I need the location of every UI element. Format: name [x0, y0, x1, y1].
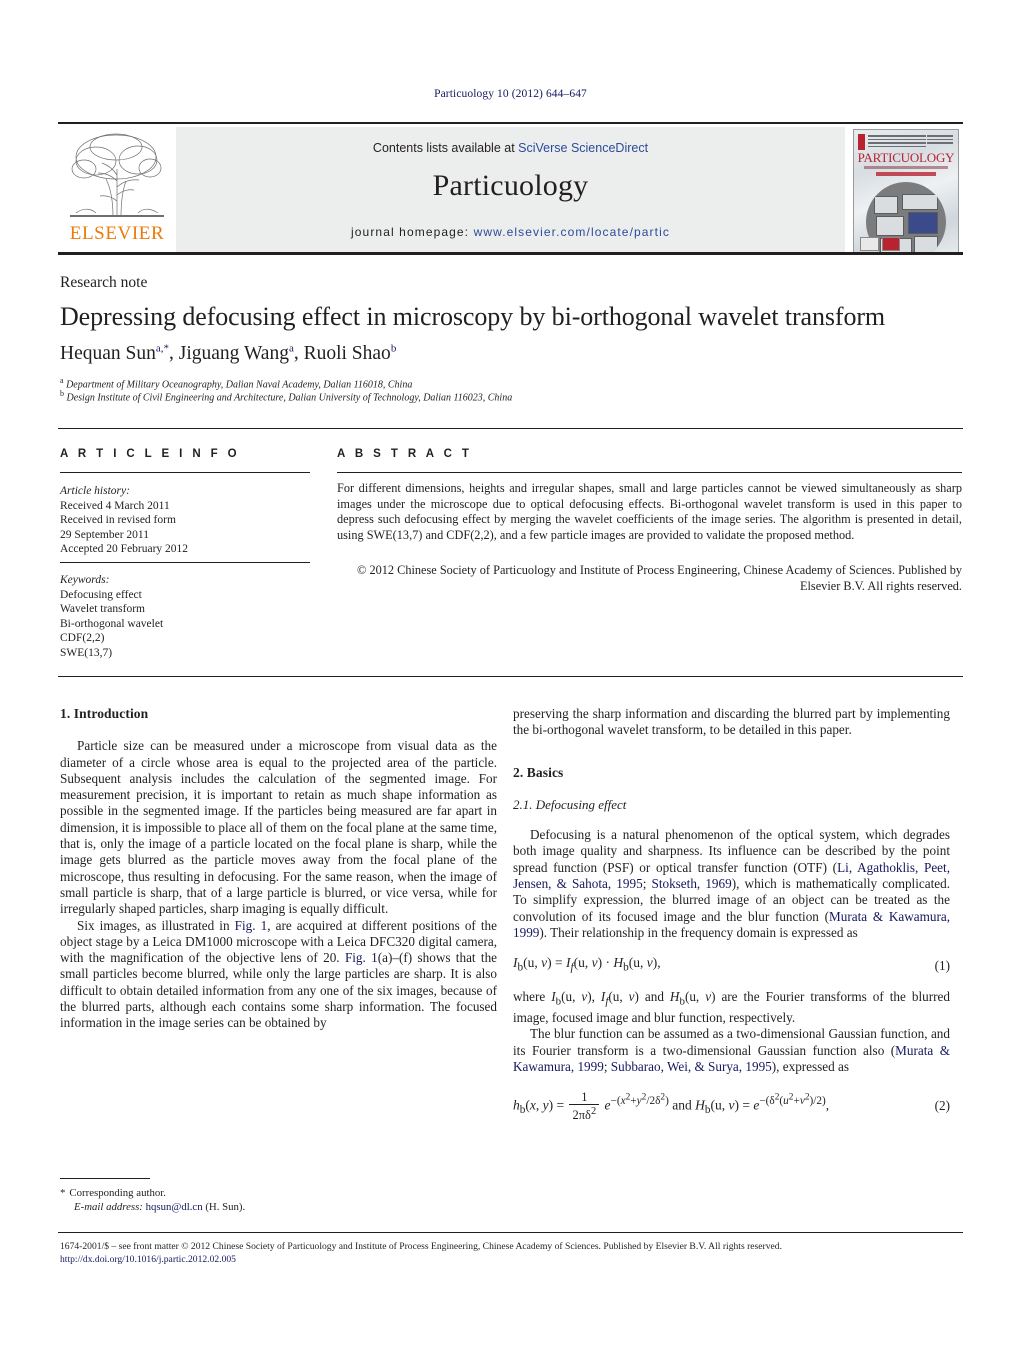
citation-stokseth-1969[interactable]: Stokseth, 1969 [651, 876, 731, 891]
page-title: Depressing defocusing effect in microsco… [60, 302, 886, 331]
body-top-rule [58, 676, 963, 677]
citation-subbarao-1995[interactable]: Subbarao, Wei, & Surya, 1995 [611, 1059, 772, 1074]
author-2: Jiguang Wanga [178, 342, 294, 364]
keywords-block: Keywords: Defocusing effect Wavelet tran… [60, 573, 310, 660]
equation-2: hb(x, y) = 1 2πδ2 e−(x2+y2/2δ2) and Hb(u,… [513, 1089, 950, 1122]
figure-1-link-a[interactable]: Fig. 1 [235, 918, 268, 933]
journal-article-page: Particuology 10 (2012) 644–647 ELSEVIER … [0, 0, 1021, 1351]
keyword-3: CDF(2,2) [60, 632, 105, 644]
equation-1-body: Ib(u, v) = If(u, v) · Hb(u, v), [513, 955, 661, 974]
affiliation-b: b Design Institute of Civil Engineering … [60, 389, 513, 404]
cover-subtitle-bar [864, 166, 948, 169]
cover-publisher-logos [860, 237, 900, 251]
right-paragraph-1: preserving the sharp information and dis… [513, 706, 950, 738]
defocus-paragraph-1: Defocusing is a natural phenomenon of th… [513, 827, 950, 940]
equation-2-number: (2) [934, 1097, 950, 1113]
footnote-rule [60, 1178, 150, 1179]
figure-1-link-b[interactable]: Fig. 1 [345, 950, 378, 965]
info-top-rule [58, 428, 963, 429]
footer-rule [58, 1232, 963, 1233]
intro-paragraph-2: Six images, as illustrated in Fig. 1, ar… [60, 917, 498, 1031]
masthead-bottom-rule [58, 252, 963, 255]
author-3: Ruoli Shaob [303, 342, 397, 364]
elsevier-tree-icon [70, 133, 164, 218]
keyword-4: SWE(13,7) [60, 646, 113, 659]
author-list: Hequan Suna,*, Jiguang Wanga, Ruoli Shao… [60, 342, 397, 364]
history-label: Article history: [60, 485, 130, 497]
abstract-text: For different dimensions, heights and ir… [337, 481, 962, 542]
cover-issn-text [927, 135, 953, 147]
abstract-heading: A B S T R A C T [337, 448, 473, 460]
email-note: E-mail address: hqsun@dl.cn (H. Sun). [74, 1201, 246, 1213]
info-rule-1 [60, 472, 310, 473]
journal-masthead: ELSEVIER Contents lists available at Sci… [58, 122, 963, 254]
contents-available-line: Contents lists available at SciVerse Sci… [176, 141, 845, 155]
cover-red-bar [858, 134, 865, 150]
elsevier-wordmark: ELSEVIER [69, 223, 165, 244]
doi-link[interactable]: http://dx.doi.org/10.1016/j.partic.2012.… [60, 1254, 236, 1265]
masthead-center: Contents lists available at SciVerse Sci… [176, 127, 845, 254]
history-item-2: 29 September 2011 [60, 528, 150, 541]
keywords-label: Keywords: [60, 574, 110, 586]
journal-homepage-line: journal homepage: www.elsevier.com/locat… [176, 225, 845, 239]
contents-prefix: Contents lists available at [372, 141, 519, 155]
abstract-copyright: © 2012 Chinese Society of Particuology a… [357, 563, 962, 593]
footer-copyright: 1674-2001/$ – see front matter © 2012 Ch… [60, 1241, 782, 1252]
page-footer: 1674-2001/$ – see front matter © 2012 Ch… [60, 1240, 965, 1266]
subsection-heading-defocusing-effect: 2.1. Defocusing effect [513, 796, 627, 812]
defocus-paragraph-2: The blur function can be assumed as a tw… [513, 1026, 951, 1075]
equation-1: Ib(u, v) = If(u, v) · Hb(u, v), (1) [513, 955, 950, 976]
sciencedirect-link[interactable]: SciVerse ScienceDirect [518, 141, 648, 155]
history-item-3: Accepted 20 February 2012 [60, 543, 189, 555]
elsevier-logo: ELSEVIER [58, 127, 176, 254]
abstract-rule [337, 472, 962, 473]
homepage-prefix: journal homepage: [351, 225, 474, 239]
asterisk-icon: * [60, 1187, 66, 1199]
author-1: Hequan Suna,* [60, 342, 170, 364]
info-rule-2 [60, 562, 310, 563]
keyword-1: Wavelet transform [60, 603, 145, 615]
cover-volume-bar [876, 172, 936, 176]
equation-2-body: hb(x, y) = 1 2πδ2 e−(x2+y2/2δ2) and Hb(u,… [513, 1090, 830, 1123]
article-history-block: Article history: Received 4 March 2011 R… [60, 484, 310, 557]
after-equation-1-text: where Ib(u, v), If(u, v) and Hb(u, v) ar… [513, 989, 950, 1026]
cover-journal-title: PARTICUOLOGY [857, 150, 955, 165]
equation-1-number: (1) [934, 957, 950, 973]
body-column-right: preserving the sharp information and dis… [513, 706, 950, 1136]
section-heading-basics: 2. Basics [513, 764, 564, 780]
article-type: Research note [60, 274, 148, 291]
email-link[interactable]: hqsun@dl.cn [146, 1201, 203, 1213]
journal-title: Particuology [432, 169, 589, 202]
intro-paragraph-1: Particle size can be measured under a mi… [60, 738, 497, 917]
corresponding-author-note: * Corresponding author. [60, 1187, 166, 1199]
journal-cover-thumbnail: PARTICUOLOGY [845, 127, 963, 254]
section-heading-introduction: 1. Introduction [60, 706, 149, 721]
journal-homepage-link[interactable]: www.elsevier.com/locate/partic [474, 225, 670, 239]
article-info-heading: A R T I C L E I N F O [60, 448, 241, 460]
history-item-1: Received in revised form [60, 514, 176, 526]
body-column-left: 1. Introduction Particle size can be mea… [60, 706, 497, 1032]
footnote-block: * Corresponding author. E-mail address: h… [60, 1186, 490, 1214]
cover-header-text [868, 135, 926, 147]
running-head: Particuology 10 (2012) 644–647 [434, 88, 587, 100]
keyword-0: Defocusing effect [60, 588, 142, 601]
keyword-2: Bi-orthogonal wavelet [60, 617, 164, 630]
history-item-0: Received 4 March 2011 [60, 499, 170, 512]
